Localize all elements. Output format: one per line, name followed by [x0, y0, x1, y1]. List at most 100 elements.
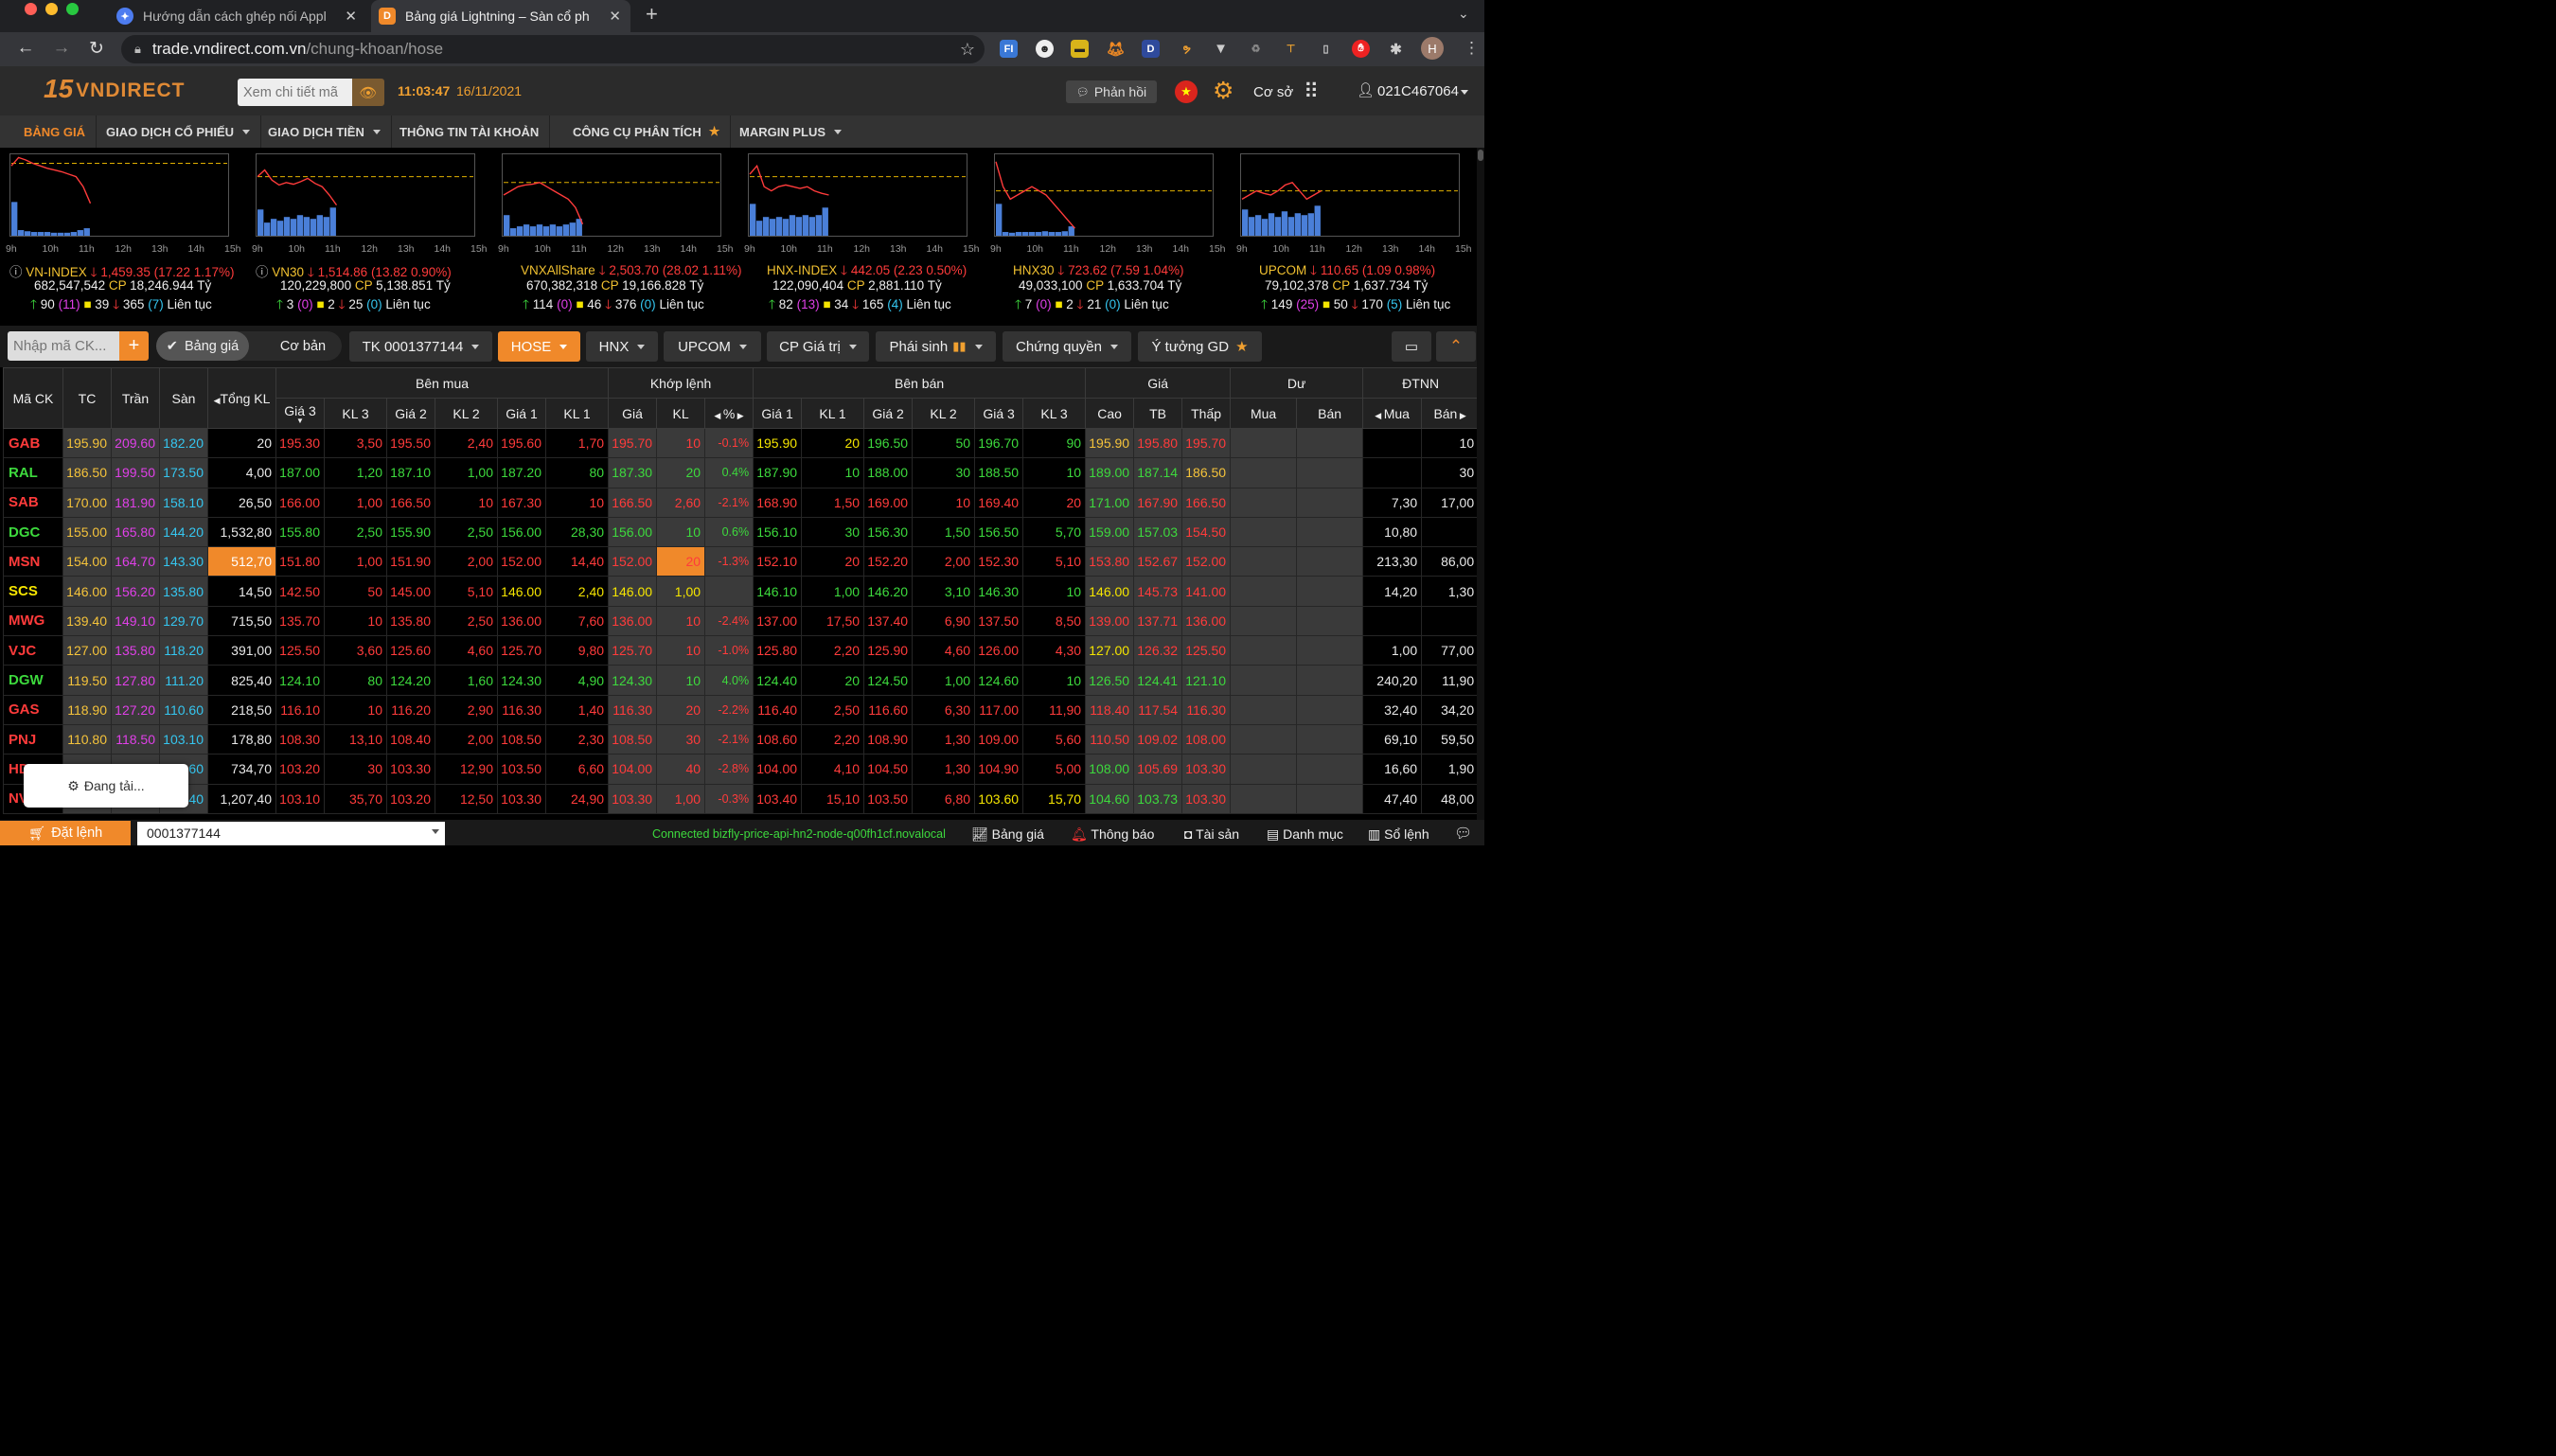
table-row[interactable]: SCS 146.00 156.20 135.80 14,50 142.50 50 145.00…	[3, 576, 1480, 607]
feedback-button[interactable]: 💬︎ Phản hồi	[1066, 80, 1157, 103]
tab-search-chevron-icon[interactable]: ⌄	[1458, 6, 1469, 22]
warrants-dropdown[interactable]: Chứng quyền	[1003, 331, 1131, 362]
url-field[interactable]: 🔒︎ trade.vndirect.com.vn/chung-khoan/hos…	[121, 35, 985, 63]
apps-grid-icon[interactable]: ⠿	[1304, 80, 1319, 104]
col-sell-vol-3[interactable]: KL 3	[1022, 398, 1087, 429]
extension-metamask-icon[interactable]: 🦊︎	[1107, 40, 1125, 58]
menu-margin-plus[interactable]: MARGIN PLUS	[729, 115, 852, 148]
browser-menu-icon[interactable]: ⋮	[1464, 39, 1480, 58]
col-sell-price-3[interactable]: Giá 3	[974, 398, 1024, 429]
link-price-board[interactable]: 📈︎ Bảng giá	[971, 826, 1044, 843]
chat-icon[interactable]: 💬︎	[1454, 825, 1472, 842]
symbol-cell[interactable]: PNJ	[3, 723, 63, 755]
symbol-cell[interactable]: GAS	[3, 694, 63, 725]
table-row[interactable]: MSN 154.00 164.70 143.30 512,70 151.80 1,00 151…	[3, 546, 1480, 577]
extension-folder-icon[interactable]: ▬	[1071, 40, 1089, 58]
extension-grammar-icon[interactable]: ☻	[1036, 40, 1054, 58]
col-buy-price-2[interactable]: Giá 2	[386, 398, 435, 429]
symbol-cell[interactable]: MWG	[3, 605, 63, 637]
account-caret-icon[interactable]	[1461, 90, 1468, 95]
col-sell-vol-2[interactable]: KL 2	[912, 398, 976, 429]
page-scrollbar[interactable]	[1477, 148, 1484, 820]
collapse-up-icon[interactable]: ⌃	[1436, 331, 1476, 362]
menu-thong-tin-tai-khoan[interactable]: THÔNG TIN TÀI KHOẢN	[389, 115, 551, 148]
new-tab-button[interactable]: +	[646, 2, 658, 27]
col-ma-ck[interactable]: Mã CK	[3, 367, 63, 429]
table-row[interactable]: DGW 119.50 127.80 111.20 825,40 124.10 80 124.2…	[3, 665, 1480, 696]
symbol-lookup-input[interactable]	[238, 79, 352, 106]
extension-swirl-icon[interactable]: ຯ	[1178, 40, 1196, 58]
menu-giao-dich-tien[interactable]: GIAO DỊCH TIỀN	[257, 115, 392, 148]
menu-bang-gia[interactable]: BẢNG GIÁ	[13, 115, 97, 148]
col-buy-vol-2[interactable]: KL 2	[435, 398, 498, 429]
exchange-tab-hose[interactable]: HOSE	[498, 331, 580, 362]
col-du-ban[interactable]: Bán	[1296, 398, 1364, 429]
close-tab-icon[interactable]: ✕	[345, 8, 357, 25]
link-order-book[interactable]: ▥ Sổ lệnh	[1368, 826, 1429, 843]
col-avg[interactable]: TB	[1133, 398, 1183, 429]
extension-d-icon[interactable]: D	[1142, 40, 1160, 58]
symbol-cell[interactable]: DGW	[3, 665, 63, 696]
index-card-upcom[interactable]: 9h 10h 11h 12h 13h 14h 15h UPCOM 🡓 110.65 (1.09…	[1231, 148, 1477, 324]
col-match-price[interactable]: Giá	[608, 398, 658, 429]
view-basic-toggle[interactable]: Cơ bản	[260, 331, 346, 361]
mode-label[interactable]: Cơ sở	[1253, 84, 1293, 100]
trade-ideas-button[interactable]: Ý tưởng GD ★	[1138, 331, 1262, 362]
col-buy-vol-1[interactable]: KL 1	[544, 398, 610, 429]
profile-avatar[interactable]: H	[1421, 37, 1444, 60]
extension-fi-icon[interactable]: FI	[1000, 40, 1018, 58]
index-card-vn30[interactable]: 9h 10h 11h 12h 13h 14h 15h ⓘ VN30 🡓 1,514.86 (1…	[246, 148, 492, 324]
link-assets[interactable]: ◘ Tài sản	[1184, 826, 1239, 842]
bookmark-star-icon[interactable]: ☆	[960, 40, 975, 60]
close-window-button[interactable]	[25, 3, 37, 15]
extension-recycle-icon[interactable]: ♻	[1247, 40, 1265, 58]
add-symbol-button[interactable]: +	[119, 331, 149, 361]
vietnam-flag-icon[interactable]: ★	[1175, 80, 1198, 103]
symbol-cell[interactable]: SCS	[3, 576, 63, 607]
col-sell-price-1[interactable]: Giá 1	[753, 398, 803, 429]
table-row[interactable]: SAB 170.00 181.90 158.10 26,50 166.00 1,00 166.…	[3, 487, 1480, 518]
link-portfolio[interactable]: ▤ Danh mục	[1267, 826, 1343, 843]
col-match-vol[interactable]: KL	[656, 398, 706, 429]
col-buy-vol-3[interactable]: KL 3	[324, 398, 387, 429]
col-sell-price-2[interactable]: Giá 2	[863, 398, 914, 429]
col-tc[interactable]: TC	[62, 367, 112, 429]
symbol-cell[interactable]: RAL	[3, 457, 63, 488]
account-dropdown[interactable]: TK 0001377144	[349, 331, 492, 362]
extension-phone-icon[interactable]: ▯	[1317, 40, 1335, 58]
col-match-pct[interactable]: ◀ % ▶	[704, 398, 754, 429]
table-row[interactable]: DGC 155.00 165.80 144.20 1,532,80 155.80 2,50 1…	[3, 516, 1480, 548]
extension-stop-icon[interactable]: ✋︎	[1352, 40, 1370, 58]
col-nn-ban[interactable]: Bán ▶	[1421, 398, 1480, 429]
table-row[interactable]: GAB 195.90 209.60 182.20 20 195.30 3,50 195.50 2…	[3, 427, 1480, 459]
symbol-cell[interactable]: SAB	[3, 487, 63, 518]
table-row[interactable]: VJC 127.00 135.80 118.20 391,00 125.50 3,60 125…	[3, 635, 1480, 666]
extension-v-icon[interactable]: ▼	[1212, 40, 1230, 58]
exchange-tab-hnx[interactable]: HNX	[586, 331, 658, 362]
col-buy-price-1[interactable]: Giá 1	[497, 398, 546, 429]
table-row[interactable]: RAL 186.50 199.50 173.50 4,00 187.00 1,20 187.1…	[3, 457, 1480, 488]
info-icon[interactable]: ⓘ	[256, 265, 272, 279]
col-sell-vol-1[interactable]: KL 1	[801, 398, 865, 429]
monitor-icon[interactable]: ▭	[1392, 331, 1431, 362]
extensions-puzzle-icon[interactable]: ✱	[1387, 40, 1405, 58]
symbol-cell[interactable]: MSN	[3, 546, 63, 577]
exchange-tab-upcom[interactable]: UPCOM	[664, 331, 761, 362]
table-row[interactable]: MWG 139.40 149.10 129.70 715,50 135.70 10 135.8…	[3, 605, 1480, 637]
index-card-vnindex[interactable]: 9h 10h 11h 12h 13h 14h 15h ⓘ VN-INDEX 🡓 1,459.3…	[0, 148, 246, 324]
extension-hammer-icon[interactable]: ⊤	[1282, 40, 1300, 58]
account-id[interactable]: 021C467064	[1377, 83, 1459, 99]
symbol-cell[interactable]: VJC	[3, 635, 63, 666]
browser-tab-vndirect[interactable]: D Bảng giá Lightning – Sàn cổ ph ✕	[371, 0, 630, 32]
settings-gear-icon[interactable]: ⚙	[1213, 77, 1234, 105]
col-low[interactable]: Thấp	[1181, 398, 1232, 429]
menu-cong-cu-phan-tich[interactable]: CÔNG CỤ PHÂN TÍCH ★	[562, 115, 732, 148]
eye-icon[interactable]: 👁︎	[352, 79, 384, 106]
back-arrow-icon[interactable]: ←	[13, 38, 38, 59]
symbol-cell[interactable]: DGC	[3, 516, 63, 548]
col-tong-kl[interactable]: ◀Tổng KL	[207, 367, 276, 429]
col-san[interactable]: Sàn	[159, 367, 208, 429]
maximize-window-button[interactable]	[66, 3, 79, 15]
table-row[interactable]: GAS 118.90 127.20 110.60 218,50 116.10 10 116.2…	[3, 694, 1480, 725]
account-select[interactable]: 0001377144	[137, 822, 445, 845]
